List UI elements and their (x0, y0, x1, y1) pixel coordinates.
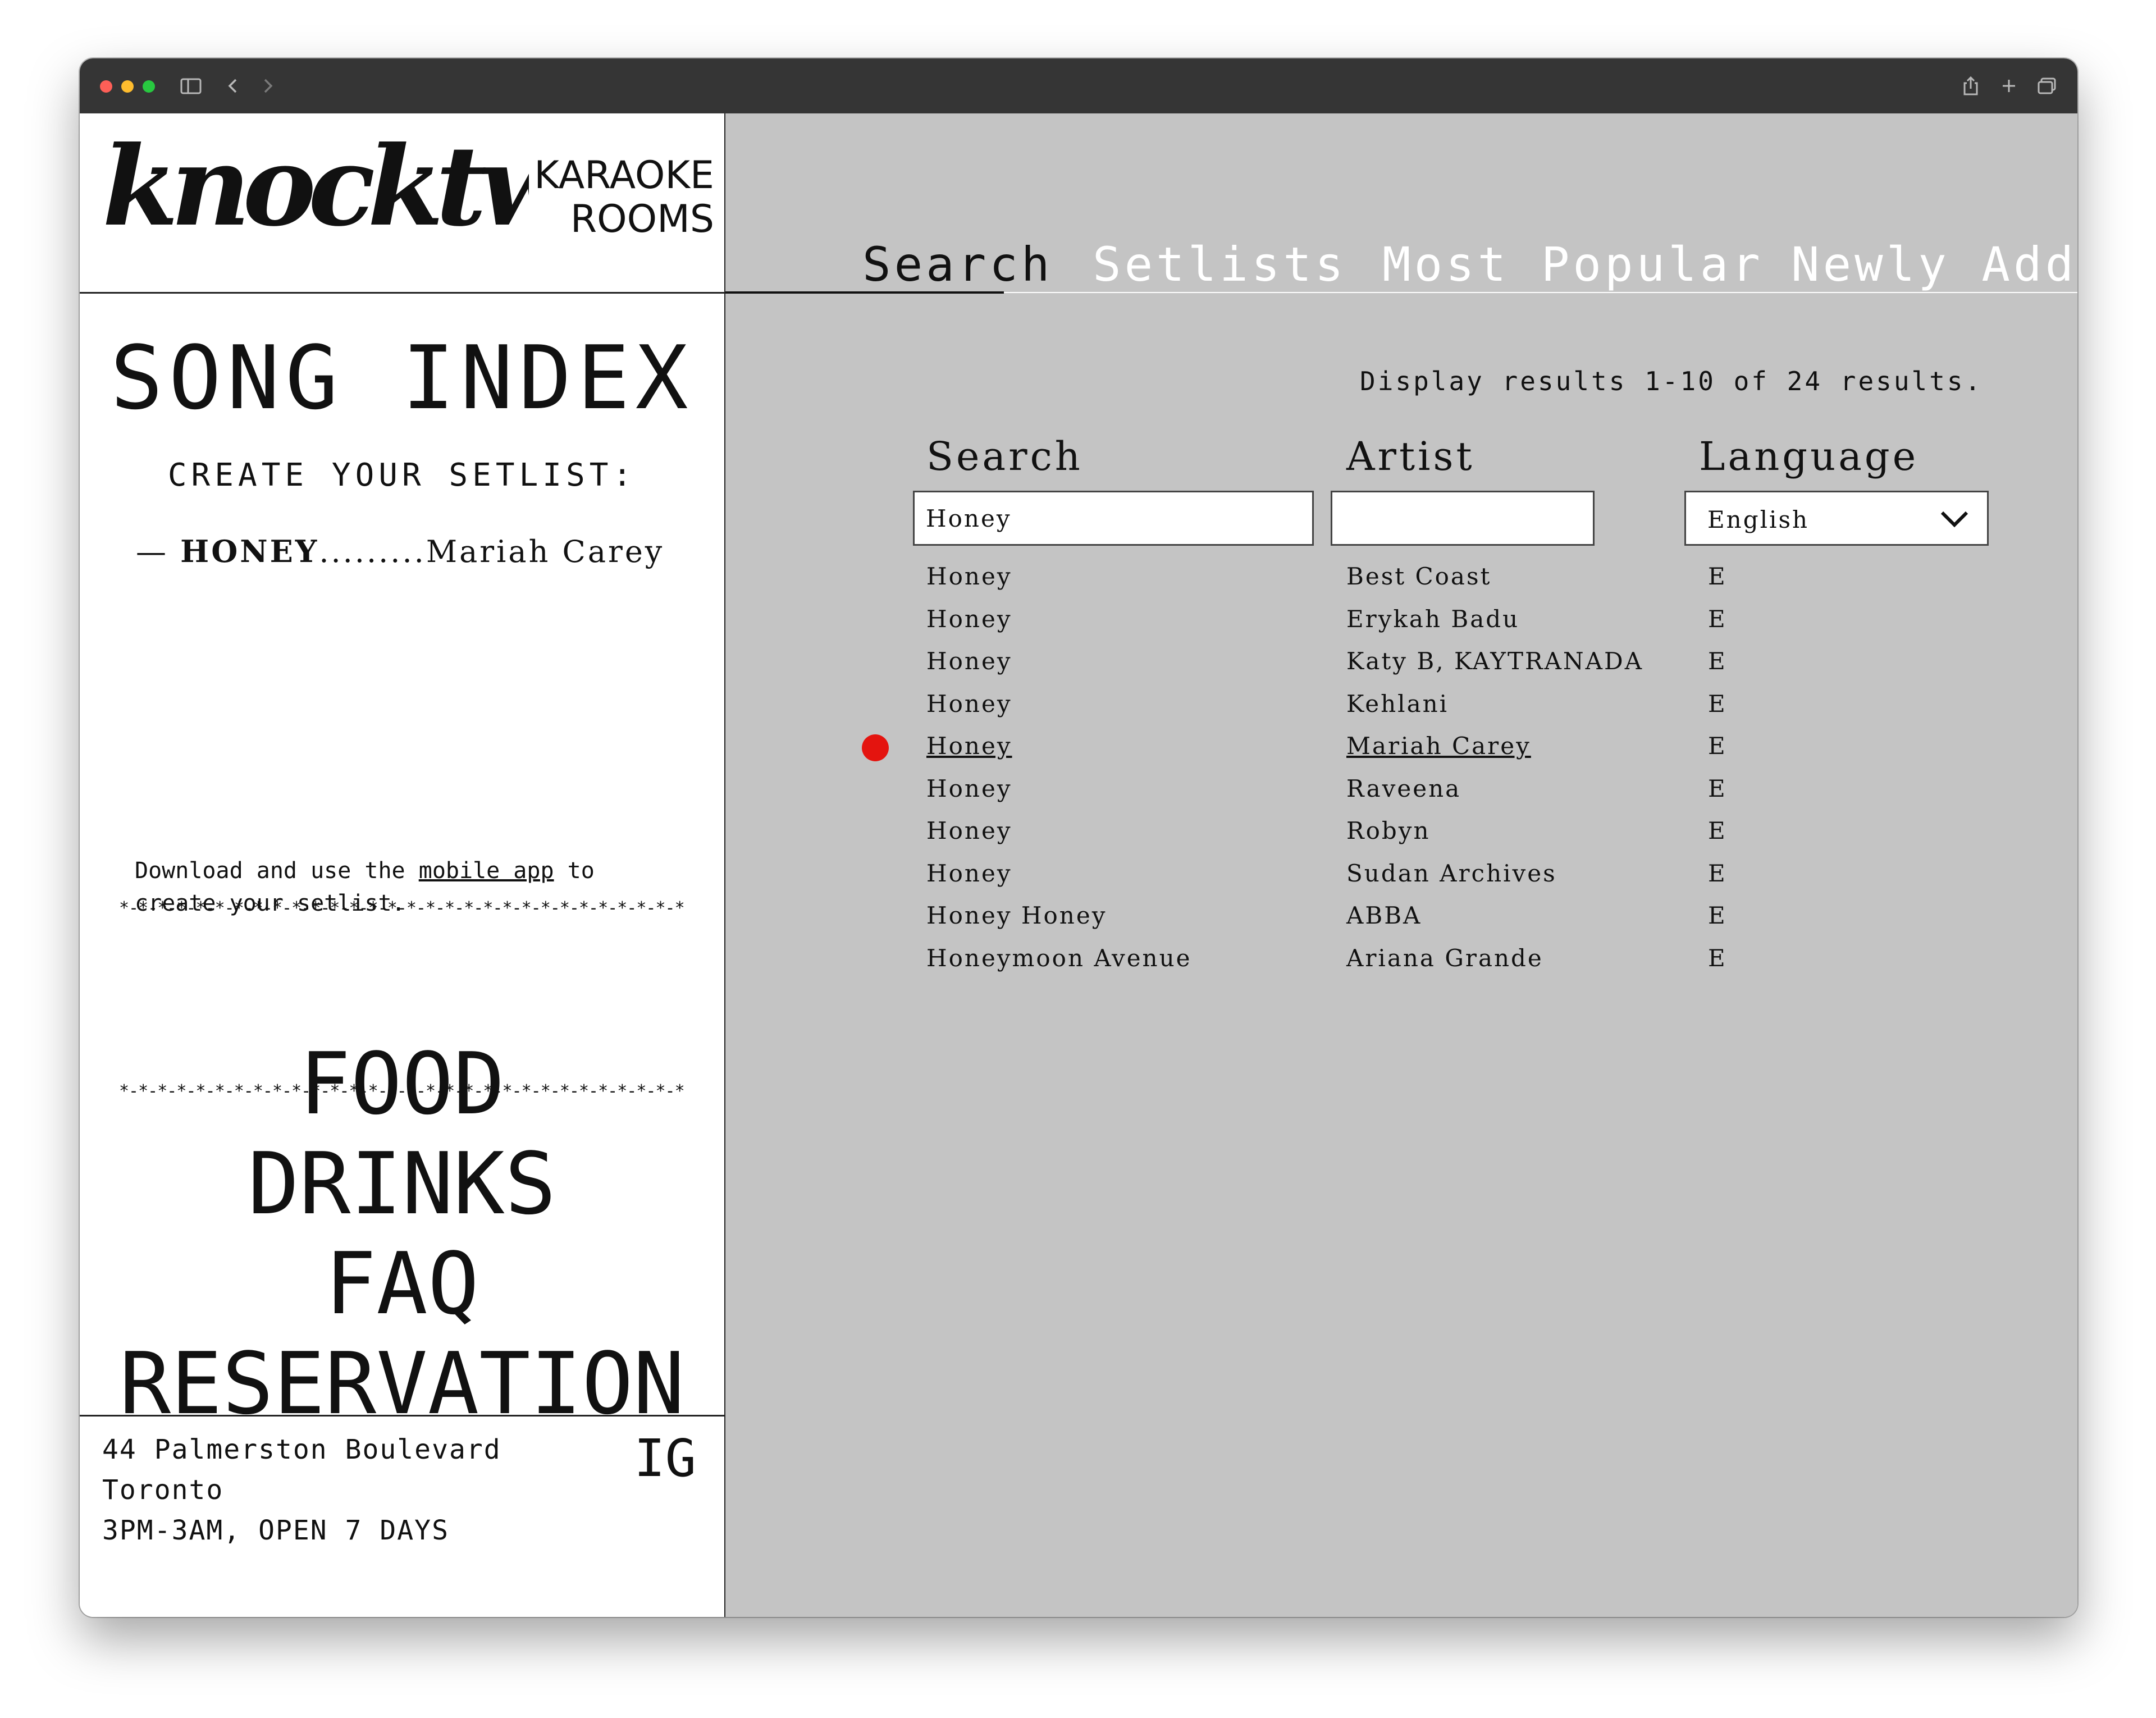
knocktwice-logo: knocktwice (102, 141, 529, 243)
address-street: 44 Palmerston Boulevard (102, 1434, 501, 1465)
main-menu: FOOD DRINKS FAQ RESERVATION (80, 1034, 724, 1434)
language-cell: E (1708, 732, 1727, 760)
menu-item-faq[interactable]: FAQ (80, 1234, 724, 1334)
language-cell: E (1708, 689, 1727, 718)
song-title-cell[interactable]: Honey (926, 775, 1012, 802)
language-selected-value: English (1707, 506, 1810, 533)
artist-cell[interactable]: Best Coast (1346, 563, 1491, 590)
tab-search[interactable]: Search (862, 237, 1053, 292)
header-divider (80, 292, 724, 294)
brand-subtitle-line2: ROOMS (570, 197, 714, 241)
address-city: Toronto (102, 1474, 224, 1506)
artist-cell[interactable]: Kehlani (1346, 690, 1449, 718)
table-row[interactable]: Honey Mariah Carey E (725, 732, 2077, 775)
language-cell: E (1708, 902, 1727, 929)
artist-cell[interactable]: Ariana Grande (1346, 944, 1543, 972)
browser-window: knocktwice KARAOKE ROOMS SONG INDEX CREA… (80, 58, 2077, 1617)
table-row[interactable]: Honey Kehlani E (725, 690, 2077, 733)
song-title-cell[interactable]: Honey (926, 732, 1012, 760)
table-row[interactable]: Honey Raveena E (725, 775, 2077, 817)
setlist-dots: ......... (319, 534, 426, 569)
song-title-cell[interactable]: Honey (926, 605, 1012, 633)
plus-icon[interactable] (1999, 73, 2019, 99)
page-content: knocktwice KARAOKE ROOMS SONG INDEX CREA… (80, 113, 2077, 1617)
language-cell: E (1708, 774, 1727, 802)
language-cell: E (1708, 817, 1727, 844)
column-header-language: Language (1699, 433, 1919, 479)
song-title-cell[interactable]: Honey (926, 860, 1012, 887)
setlist-song: HONEY (180, 533, 319, 569)
page-title: SONG INDEX (110, 327, 694, 429)
column-header-search: Search (926, 433, 1083, 479)
download-text: Download and use the (135, 858, 419, 884)
menu-item-drinks[interactable]: DRINKS (80, 1134, 724, 1234)
tabs-icon[interactable] (2036, 73, 2058, 99)
language-cell: E (1708, 944, 1727, 972)
tab-setlists[interactable]: Setlists (1093, 237, 1347, 292)
table-row[interactable]: Honey Robyn E (725, 817, 2077, 860)
setlist-artist: Mariah Carey (426, 534, 665, 569)
artist-input[interactable] (1331, 491, 1595, 546)
address-block: 44 Palmerston Boulevard Toronto 3PM-3AM,… (102, 1429, 501, 1551)
table-row[interactable]: Honey Katy B, KAYTRANADA E (725, 647, 2077, 690)
menu-item-food[interactable]: FOOD (80, 1034, 724, 1134)
instagram-link[interactable]: IG (634, 1428, 696, 1488)
language-cell: E (1708, 859, 1727, 887)
language-select[interactable]: English (1684, 491, 1989, 546)
artist-cell[interactable]: Robyn (1346, 817, 1431, 844)
right-panel: Search Setlists Most Popular Newly Added… (725, 113, 2077, 1617)
setlist-item[interactable]: — HONEY.........Mariah Carey (136, 533, 720, 569)
results-count: Display results 1-10 of 24 results. (1360, 366, 1983, 396)
table-row[interactable]: Honeymoon Avenue Ariana Grande E (725, 944, 2077, 987)
tab-newly-added[interactable]: Newly Added (1791, 237, 2077, 292)
language-cell: E (1708, 647, 1727, 675)
artist-cell[interactable]: Raveena (1346, 775, 1461, 802)
artist-cell[interactable]: Erykah Badu (1346, 605, 1519, 633)
chevron-right-icon[interactable] (259, 73, 276, 99)
left-panel: knocktwice KARAOKE ROOMS SONG INDEX CREA… (80, 113, 725, 1617)
title-bar (80, 58, 2077, 113)
table-row[interactable]: Honey Erykah Badu E (725, 605, 2077, 648)
search-input[interactable] (913, 491, 1314, 546)
table-row[interactable]: Honey Honey ABBA E (725, 902, 2077, 944)
artist-cell[interactable]: Sudan Archives (1346, 860, 1557, 887)
menu-item-reservation[interactable]: RESERVATION (80, 1334, 724, 1434)
footer-divider (80, 1415, 724, 1417)
song-title-cell[interactable]: Honey (926, 690, 1012, 718)
minimize-window-button[interactable] (121, 80, 134, 93)
song-title-cell[interactable]: Honey (926, 647, 1012, 675)
song-title-cell[interactable]: Honey Honey (926, 902, 1107, 929)
song-title-cell[interactable]: Honey (926, 563, 1012, 590)
language-cell: E (1708, 563, 1727, 590)
song-title-cell[interactable]: Honey (926, 817, 1012, 844)
column-header-artist: Artist (1346, 433, 1475, 479)
brand-subtitle-line1: KARAOKE (534, 153, 714, 198)
brand-header[interactable]: knocktwice KARAOKE ROOMS (102, 136, 714, 243)
setlist-dash: — (136, 534, 168, 569)
download-note: Download and use the mobile app to creat… (135, 855, 685, 920)
table-row[interactable]: Honey Sudan Archives E (725, 860, 2077, 902)
chevron-down-icon (1939, 507, 1970, 532)
sidebar-icon[interactable] (180, 73, 202, 99)
chevron-left-icon[interactable] (225, 73, 241, 99)
opening-hours: 3PM-3AM, OPEN 7 DAYS (102, 1515, 449, 1546)
close-window-button[interactable] (100, 80, 112, 93)
zoom-window-button[interactable] (143, 80, 155, 93)
svg-text:knocktwice: knocktwice (102, 141, 529, 243)
brand-subtitle: KARAOKE ROOMS (534, 154, 714, 241)
artist-cell[interactable]: Katy B, KAYTRANADA (1346, 647, 1643, 675)
share-icon[interactable] (1961, 73, 1981, 99)
language-cell: E (1708, 605, 1727, 633)
artist-cell[interactable]: Mariah Carey (1346, 732, 1531, 760)
red-dot-icon (862, 734, 889, 761)
mobile-app-link[interactable]: mobile app (419, 858, 554, 884)
table-row[interactable]: Honey Best Coast E (725, 563, 2077, 605)
tab-most-popular[interactable]: Most Popular (1382, 237, 1764, 292)
artist-cell[interactable]: ABBA (1346, 902, 1422, 929)
create-setlist-label: CREATE YOUR SETLIST: (167, 457, 637, 494)
song-title-cell[interactable]: Honeymoon Avenue (926, 944, 1192, 972)
